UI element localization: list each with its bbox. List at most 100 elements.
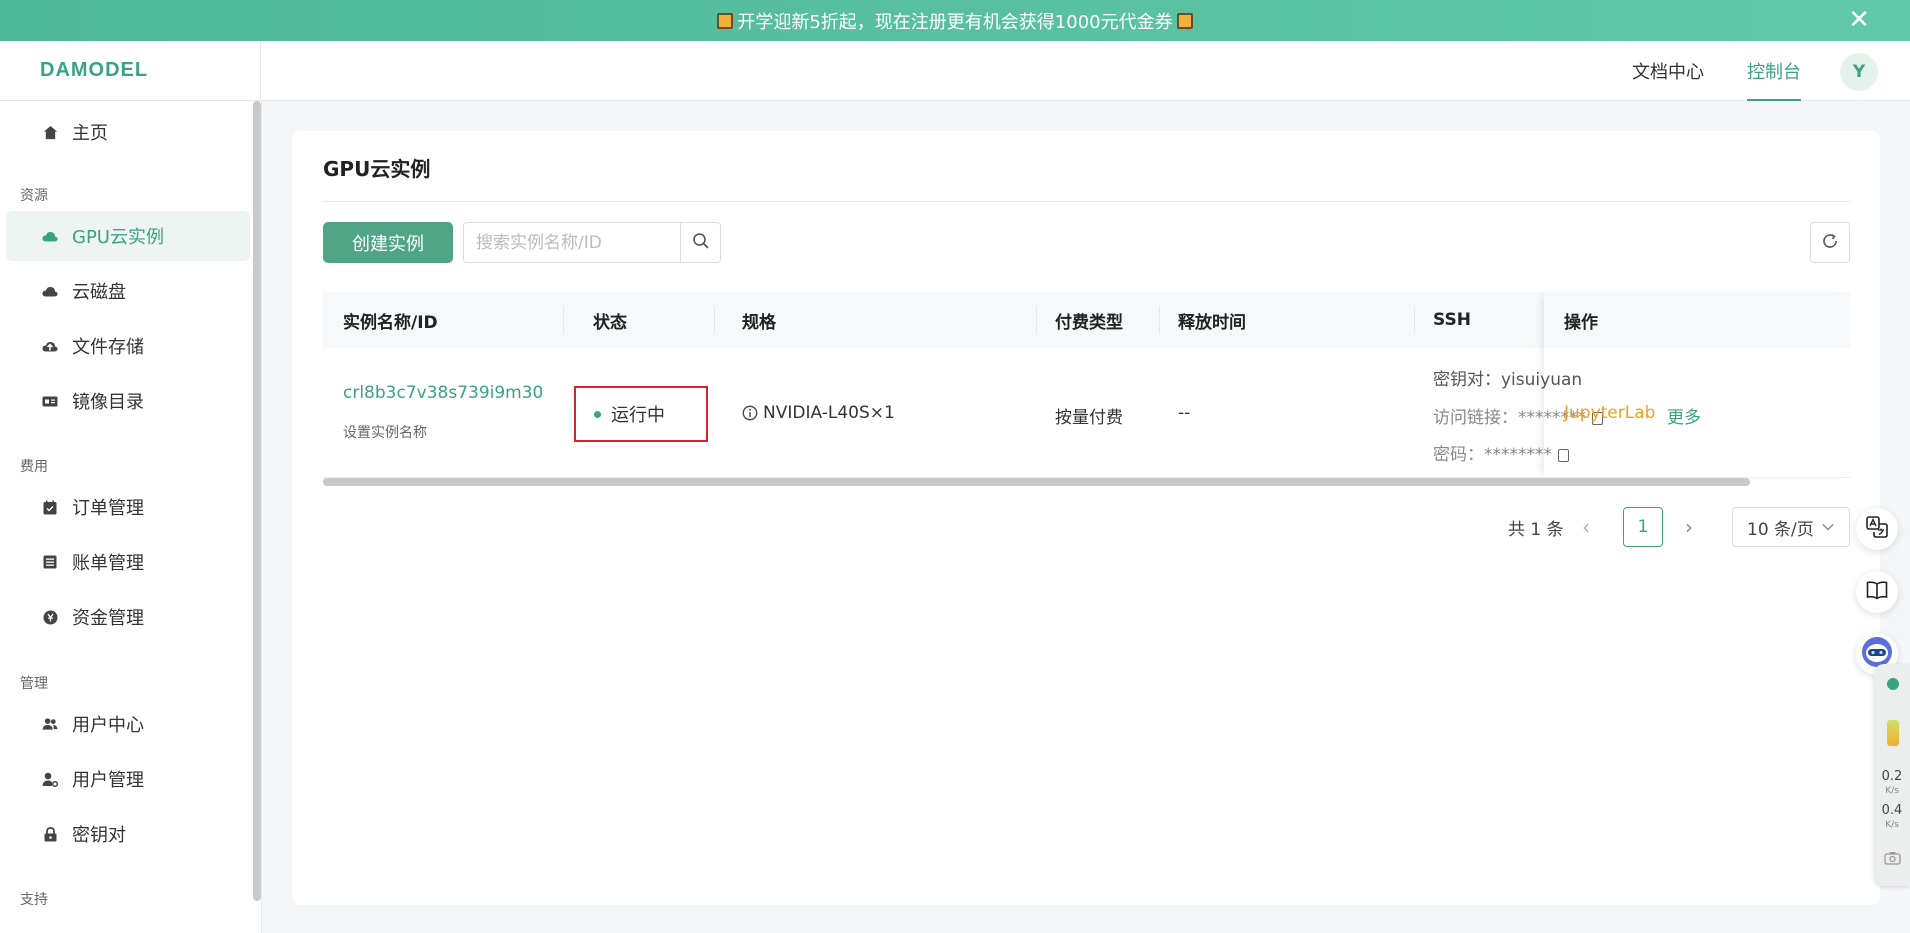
calendar-icon: [42, 499, 58, 515]
table-row: crl8b3c7v38s739i9m30 设置实例名称 运行中 NVIDIA-L…: [323, 348, 1850, 478]
search-icon: [692, 232, 710, 254]
close-icon[interactable]: ✕: [1848, 6, 1870, 34]
table-header: 实例名称/ID 状态 规格 付费类型 释放时间 SSH 操作: [323, 292, 1850, 348]
create-instance-button[interactable]: 创建实例: [323, 222, 453, 263]
sidebar-item-label: 资金管理: [72, 608, 144, 629]
sidebar-item-file-storage[interactable]: 文件存储: [6, 321, 250, 371]
promo-banner: 开学迎新5折起，现在注册更有机会获得1000元代金券 ✕: [0, 0, 1910, 41]
nav-docs-center[interactable]: 文档中心: [1632, 41, 1704, 101]
top-header: DAMODEL 文档中心 控制台 Y: [0, 41, 1910, 101]
column-header-billing: 付费类型: [1055, 312, 1123, 333]
gauge-icon: [1887, 720, 1899, 746]
billing-type: 按量付费: [1055, 408, 1123, 428]
list-icon: [42, 554, 58, 570]
sidebar-item-gpu-instances[interactable]: GPU云实例: [6, 211, 250, 261]
column-divider: [714, 306, 715, 334]
sidebar-item-label: 密钥对: [72, 825, 126, 846]
status-dot: [594, 410, 601, 418]
sidebar-item-user-mgmt[interactable]: 用户管理: [6, 754, 250, 804]
status-text: 运行中: [611, 405, 665, 426]
column-divider: [563, 306, 564, 334]
table-horizontal-scrollbar[interactable]: [323, 478, 1750, 486]
sidebar-item-key-pair[interactable]: 密钥对: [6, 809, 250, 859]
info-icon[interactable]: [742, 405, 758, 421]
sidebar-item-label: 订单管理: [72, 498, 144, 519]
sidebar-item-user-center[interactable]: 用户中心: [6, 699, 250, 749]
network-monitor-widget[interactable]: 0.2 K/s 0.4 K/s: [1874, 664, 1910, 886]
logo[interactable]: DAMODEL: [40, 59, 148, 82]
avatar[interactable]: Y: [1840, 53, 1878, 91]
column-header-ssh: SSH: [1433, 310, 1471, 330]
book-icon: [1866, 580, 1888, 604]
search-button[interactable]: [681, 222, 721, 263]
gift-icon: [717, 12, 734, 29]
more-actions-link[interactable]: 更多: [1667, 403, 1701, 428]
copy-icon[interactable]: [1558, 448, 1569, 462]
sidebar-item-cloud-disk[interactable]: 云磁盘: [6, 266, 250, 316]
translate-icon: [1865, 515, 1889, 543]
sidebar: 主页 资源 GPU云实例 云磁盘 文件存储 镜像目录 费用 订单管理 账单管理 …: [0, 101, 262, 933]
download-speed-value: 0.4: [1881, 803, 1903, 818]
sidebar-item-label: GPU云实例: [72, 227, 164, 248]
chevron-left-icon[interactable]: ‹: [1582, 507, 1590, 547]
promo-banner-text: 开学迎新5折起，现在注册更有机会获得1000元代金券: [737, 11, 1173, 33]
sidebar-item-home[interactable]: 主页: [6, 107, 250, 157]
chevron-right-icon[interactable]: ›: [1685, 507, 1693, 547]
sidebar-item-label: 云磁盘: [72, 282, 126, 303]
cloud-icon: [42, 228, 58, 244]
sidebar-item-label: 用户管理: [72, 770, 144, 791]
ssh-keypair: 密钥对：yisuiyuan: [1433, 370, 1583, 390]
user-settings-icon: [42, 771, 58, 787]
status-dot: [1887, 678, 1899, 690]
home-icon: [42, 124, 58, 140]
section-resources: 资源: [20, 188, 48, 204]
spec-cell: NVIDIA-L40S×1: [742, 403, 895, 423]
instances-card: GPU云实例 创建实例 实例名称/ID 状态 规格 付费类型 释放时间 SSH …: [292, 131, 1880, 905]
sidebar-scrollbar[interactable]: [253, 101, 261, 901]
ssh-password: 密码：********: [1433, 445, 1552, 465]
guide-button[interactable]: [1856, 571, 1898, 613]
page-title: GPU云实例: [323, 157, 431, 181]
users-icon: [42, 716, 58, 732]
translate-button[interactable]: [1856, 508, 1898, 550]
upload-speed: 0.2 K/s: [1874, 770, 1910, 798]
lock-icon: [42, 826, 58, 842]
section-admin: 管理: [20, 676, 48, 692]
section-support: 支持: [20, 892, 48, 908]
sidebar-item-image-catalog[interactable]: 镜像目录: [6, 376, 250, 426]
cloud-disk-icon: [42, 283, 58, 299]
sidebar-item-label: 主页: [72, 123, 108, 144]
download-speed: 0.4 K/s: [1874, 804, 1910, 832]
upload-speed-unit: K/s: [1885, 786, 1899, 796]
column-header-name: 实例名称/ID: [343, 312, 438, 333]
camera-icon[interactable]: [1884, 850, 1901, 869]
column-divider: [1036, 306, 1037, 334]
refresh-button[interactable]: [1810, 222, 1850, 263]
id-card-icon: [42, 393, 58, 409]
sidebar-item-label: 账单管理: [72, 553, 144, 574]
column-header-actions: 操作: [1564, 312, 1598, 333]
page-size-value: 10 条/页: [1747, 519, 1814, 540]
header-divider: [260, 41, 261, 101]
instance-id-link[interactable]: crl8b3c7v38s739i9m30: [343, 383, 543, 403]
sidebar-item-bill-mgmt[interactable]: 账单管理: [6, 537, 250, 587]
section-billing: 费用: [20, 459, 48, 475]
page-size-select[interactable]: 10 条/页: [1732, 507, 1850, 547]
pagination-total: 共 1 条: [1508, 519, 1564, 540]
jupyterlab-link[interactable]: JupyterLab: [1564, 403, 1655, 423]
sidebar-item-order-mgmt[interactable]: 订单管理: [6, 482, 250, 532]
search-input[interactable]: [463, 222, 681, 263]
refresh-icon: [1821, 232, 1839, 254]
gift-icon: [1176, 12, 1193, 29]
nav-console[interactable]: 控制台: [1747, 41, 1801, 101]
sidebar-item-label: 用户中心: [72, 715, 144, 736]
sidebar-item-fund-mgmt[interactable]: 资金管理: [6, 592, 250, 642]
download-speed-unit: K/s: [1885, 820, 1899, 830]
column-header-release-time: 释放时间: [1178, 312, 1246, 333]
sidebar-item-label: 镜像目录: [72, 392, 144, 413]
cloud-upload-icon: [42, 338, 58, 354]
upload-speed-value: 0.2: [1881, 769, 1903, 784]
set-instance-name-link[interactable]: 设置实例名称: [343, 422, 427, 442]
page-number-button[interactable]: 1: [1623, 507, 1663, 547]
column-divider: [1414, 306, 1415, 334]
